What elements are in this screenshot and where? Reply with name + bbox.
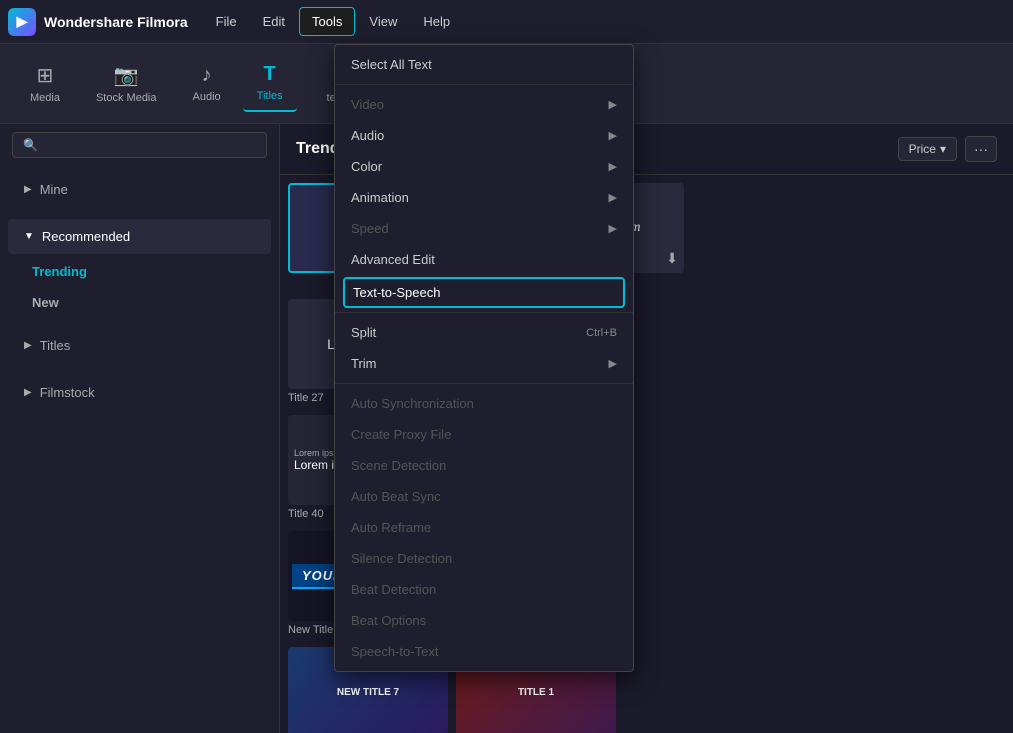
toolbar-media[interactable]: ⊞ Media xyxy=(16,55,74,112)
audio-icon: ♪ xyxy=(202,64,212,87)
dropdown-beat-detect: Beat Detection xyxy=(335,574,633,605)
dropdown-trim[interactable]: Trim ▶ xyxy=(335,348,633,379)
filmstock-label: Filmstock xyxy=(40,385,95,400)
price-chevron-icon: ▾ xyxy=(940,142,946,156)
stock-media-icon: 📷 xyxy=(114,63,139,88)
media-label: Media xyxy=(30,92,60,104)
app-logo-icon: ▶ xyxy=(8,8,36,36)
toolbar-titles[interactable]: T Titles xyxy=(243,55,297,112)
sidebar-section-recommended: ▼ Recommended Trending New xyxy=(0,213,279,322)
download-icon-t33[interactable]: ⬇ xyxy=(666,250,678,267)
price-label: Price xyxy=(909,142,936,156)
media-icon: ⊞ xyxy=(37,63,54,88)
dropdown-split[interactable]: Split Ctrl+B xyxy=(335,317,633,348)
menu-file[interactable]: File xyxy=(204,8,249,35)
toolbar-audio[interactable]: ♪ Audio xyxy=(179,56,235,111)
animation-arrow-icon: ▶ xyxy=(609,191,617,204)
thumb-text-t1: Title 1 xyxy=(518,687,554,698)
sidebar-search-area xyxy=(0,124,279,166)
price-selector: Price ▾ ··· xyxy=(898,136,997,162)
menu-edit[interactable]: Edit xyxy=(251,8,297,35)
dropdown-beat-options: Beat Options xyxy=(335,605,633,636)
stock-media-label: Stock Media xyxy=(96,92,157,104)
speed-arrow-icon: ▶ xyxy=(609,222,617,235)
dropdown-audio[interactable]: Audio ▶ xyxy=(335,120,633,151)
color-arrow-icon: ▶ xyxy=(609,160,617,173)
dropdown-text-to-speech[interactable]: Text-to-Speech xyxy=(343,277,625,308)
audio-arrow-icon: ▶ xyxy=(609,129,617,142)
menu-bar: ▶ Wondershare Filmora File Edit Tools Vi… xyxy=(0,0,1013,44)
dropdown-auto-sync: Auto Synchronization xyxy=(335,388,633,419)
menu-help[interactable]: Help xyxy=(411,8,462,35)
titles-arrow-icon: ▶ xyxy=(24,340,32,351)
sidebar-subitem-trending[interactable]: Trending xyxy=(0,256,279,287)
dropdown-color[interactable]: Color ▶ xyxy=(335,151,633,182)
titles-label-sidebar: Titles xyxy=(40,338,71,353)
sidebar-item-filmstock[interactable]: ▶ Filmstock xyxy=(8,375,271,410)
recommended-arrow-icon: ▼ xyxy=(24,231,34,242)
titles-icon: T xyxy=(263,63,275,86)
sidebar-section-filmstock: ▶ Filmstock xyxy=(0,369,279,416)
app-logo: ▶ Wondershare Filmora xyxy=(8,8,188,36)
mine-label: Mine xyxy=(40,182,68,197)
video-arrow-icon: ▶ xyxy=(609,98,617,111)
more-button[interactable]: ··· xyxy=(965,136,997,162)
menu-view[interactable]: View xyxy=(357,8,409,35)
dropdown-divider-3 xyxy=(335,383,633,384)
tools-dropdown-menu: Select All Text Video ▶ Audio ▶ Color ▶ … xyxy=(334,44,634,672)
dropdown-advanced-edit[interactable]: Advanced Edit xyxy=(335,244,633,275)
dropdown-create-proxy: Create Proxy File xyxy=(335,419,633,450)
menu-items: File Edit Tools View Help xyxy=(204,7,462,36)
sidebar-item-titles[interactable]: ▶ Titles xyxy=(8,328,271,363)
menu-tools[interactable]: Tools xyxy=(299,7,355,36)
search-input[interactable] xyxy=(12,132,267,158)
price-button[interactable]: Price ▾ xyxy=(898,137,957,161)
titles-label: Titles xyxy=(257,90,283,102)
dropdown-select-all-text[interactable]: Select All Text xyxy=(335,49,633,80)
dropdown-auto-beat: Auto Beat Sync xyxy=(335,481,633,512)
audio-label: Audio xyxy=(193,91,221,103)
app-name: Wondershare Filmora xyxy=(44,14,188,30)
recommended-label: Recommended xyxy=(42,229,130,244)
filmstock-arrow-icon: ▶ xyxy=(24,387,32,398)
mine-arrow-icon: ▶ xyxy=(24,184,32,195)
toolbar-stock-media[interactable]: 📷 Stock Media xyxy=(82,55,171,112)
sidebar-subitem-new[interactable]: New xyxy=(0,287,279,318)
dropdown-animation[interactable]: Animation ▶ xyxy=(335,182,633,213)
sidebar-item-recommended[interactable]: ▼ Recommended xyxy=(8,219,271,254)
trim-arrow-icon: ▶ xyxy=(609,357,617,370)
dropdown-auto-reframe: Auto Reframe xyxy=(335,512,633,543)
dropdown-speed: Speed ▶ xyxy=(335,213,633,244)
sidebar-section-titles: ▶ Titles xyxy=(0,322,279,369)
sidebar-section-mine: ▶ Mine xyxy=(0,166,279,213)
sidebar: ▶ Mine ▼ Recommended Trending New ▶ Titl… xyxy=(0,124,280,733)
dropdown-divider-2 xyxy=(335,312,633,313)
thumb-text-t7: New Title 7 xyxy=(337,687,399,698)
dropdown-scene-detect: Scene Detection xyxy=(335,450,633,481)
sidebar-item-mine[interactable]: ▶ Mine xyxy=(8,172,271,207)
dropdown-video: Video ▶ xyxy=(335,89,633,120)
dropdown-speech-to-text: Speech-to-Text xyxy=(335,636,633,667)
dropdown-silence-detect: Silence Detection xyxy=(335,543,633,574)
dropdown-divider-1 xyxy=(335,84,633,85)
